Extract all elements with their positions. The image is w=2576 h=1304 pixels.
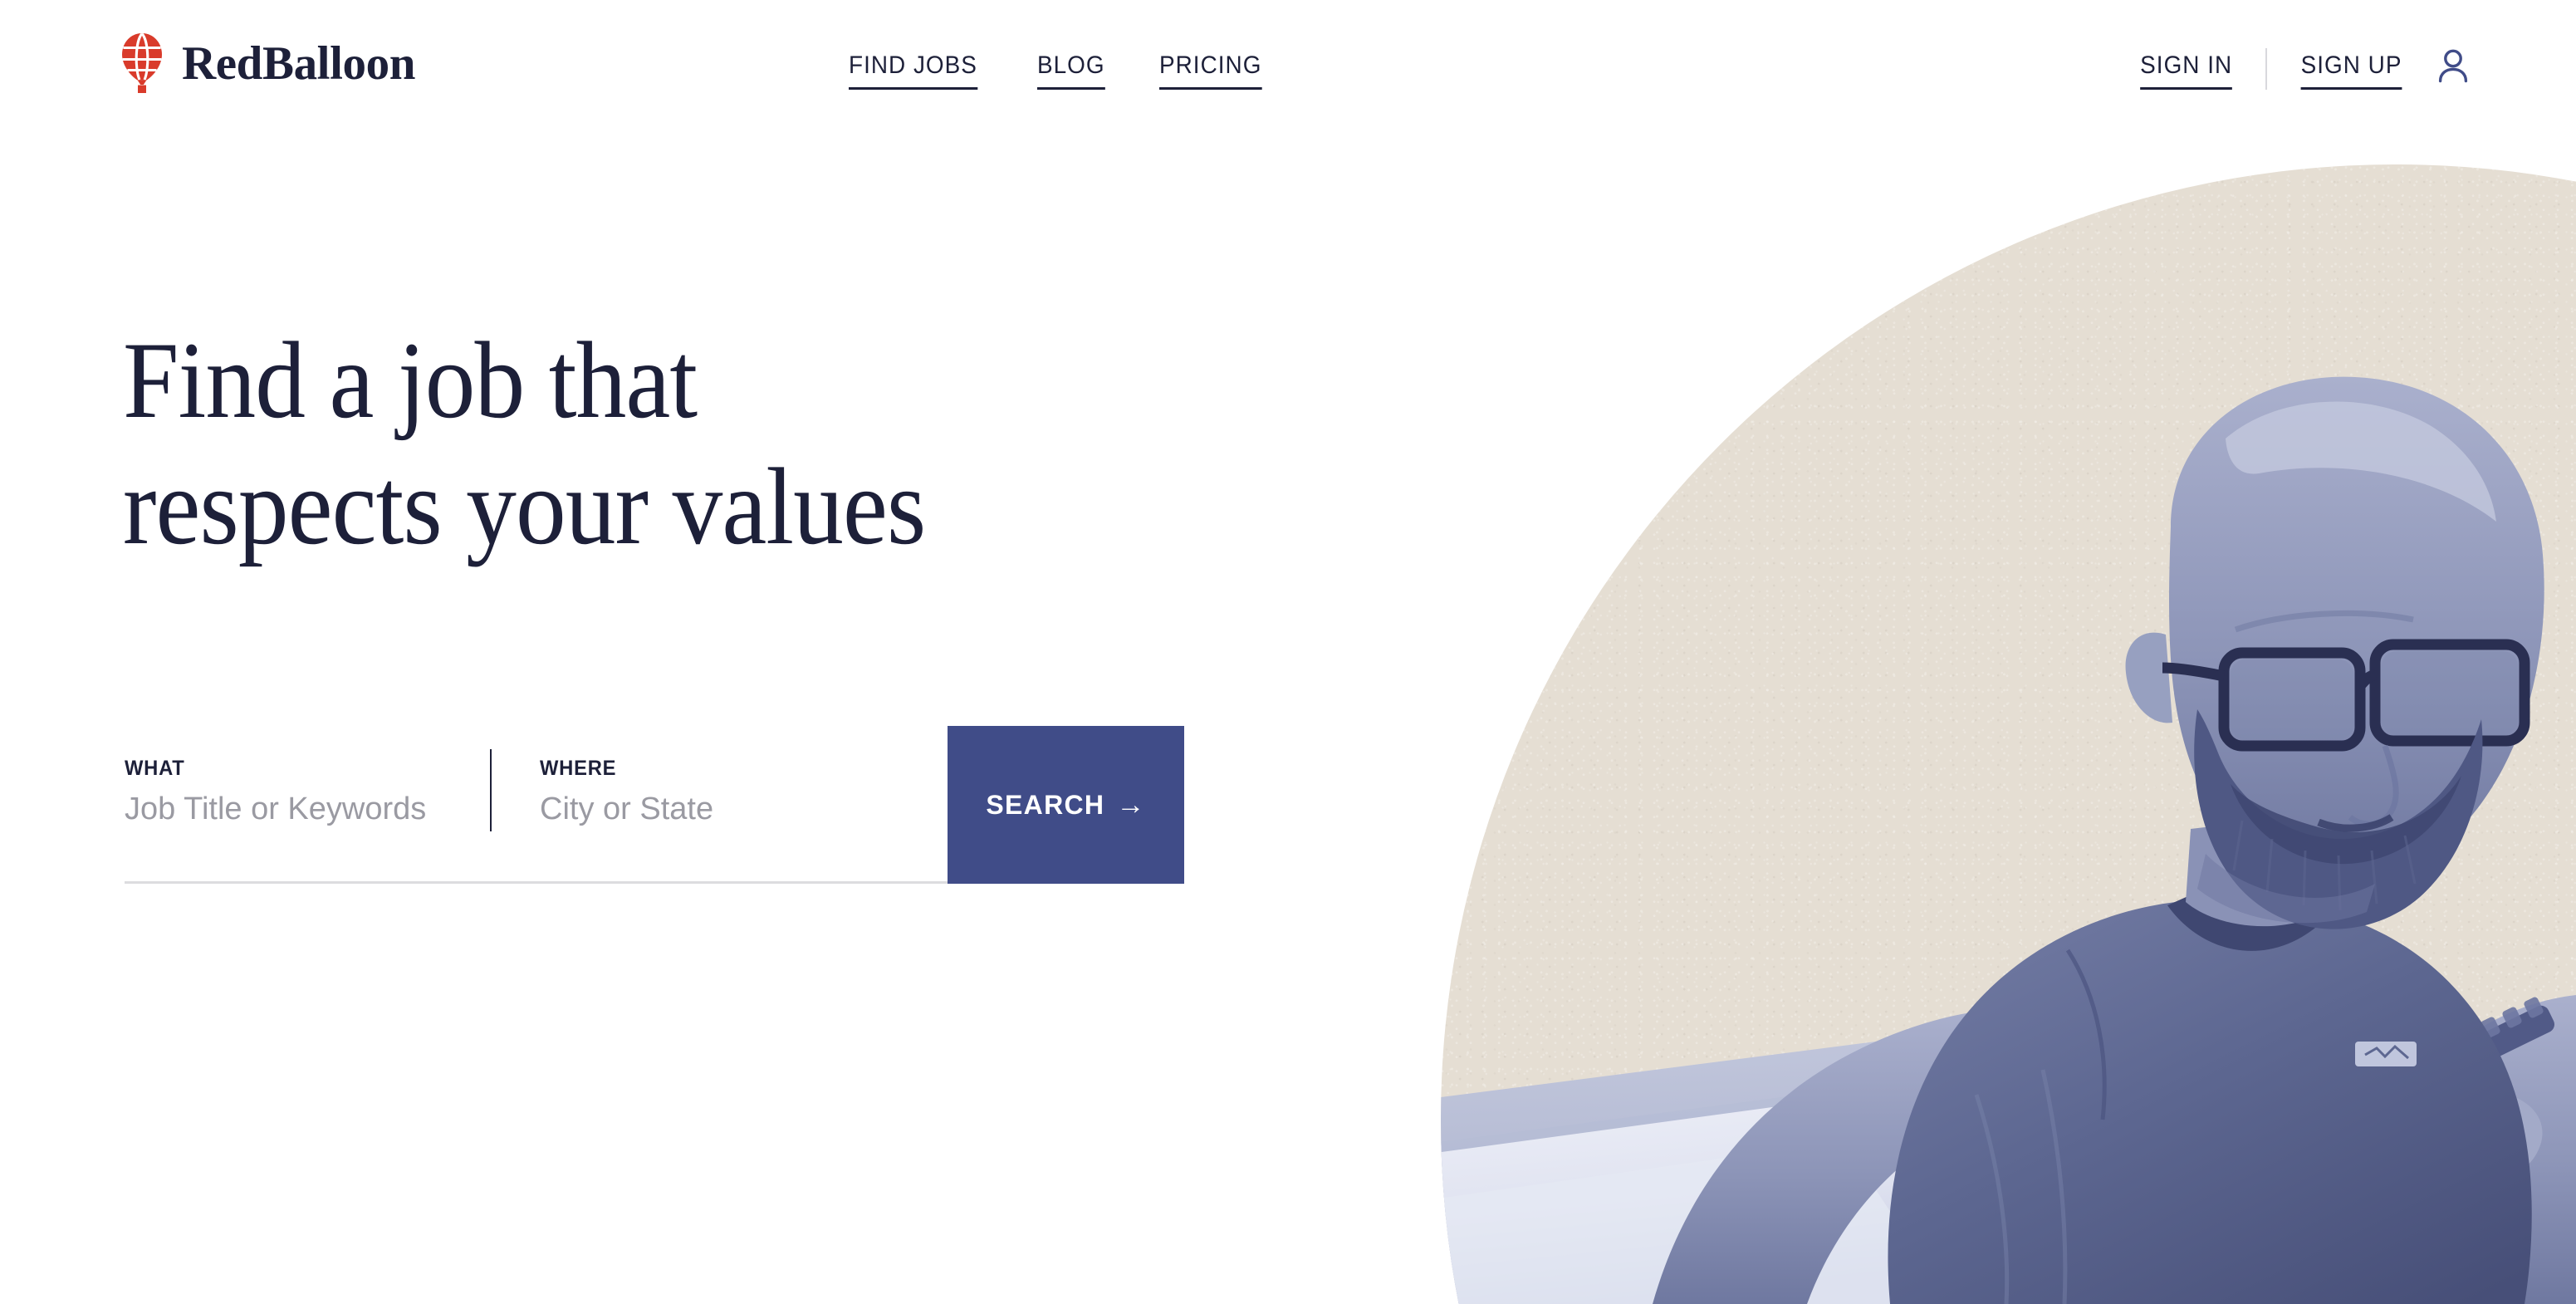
auth-divider: [2265, 48, 2267, 90]
what-search-input[interactable]: [125, 791, 473, 829]
search-fields: WHAT WHERE: [125, 726, 948, 884]
user-account-icon[interactable]: [2434, 47, 2472, 85]
page-root: RedBalloon FIND JOBS BLOG PRICING SIGN I…: [0, 0, 2576, 1304]
search-button[interactable]: SEARCH →: [948, 726, 1184, 884]
hero-photo-illustration: [1441, 376, 2576, 1304]
hot-air-balloon-icon: [122, 32, 162, 93]
sign-in-link[interactable]: SIGN IN: [2139, 51, 2233, 95]
what-field-group: WHAT: [125, 726, 490, 881]
job-search-form: WHAT WHERE SEARCH →: [125, 726, 1184, 884]
brand-name: RedBalloon: [182, 37, 416, 90]
top-navigation: RedBalloon FIND JOBS BLOG PRICING SIGN I…: [0, 0, 2576, 158]
auth-nav: SIGN IN SIGN UP: [2137, 48, 2472, 95]
nav-item-blog[interactable]: BLOG: [1036, 51, 1105, 95]
where-search-input[interactable]: [540, 791, 872, 829]
arrow-right-icon: →: [1116, 789, 1146, 821]
what-label: WHAT: [125, 757, 185, 780]
where-label: WHERE: [540, 757, 617, 780]
hero-copy: Find a job that respects your values: [123, 317, 995, 570]
nav-item-pricing[interactable]: PRICING: [1159, 51, 1262, 95]
where-field-group: WHERE: [492, 726, 872, 881]
hero-photo: [1441, 164, 2576, 1304]
nav-item-find-jobs[interactable]: FIND JOBS: [849, 51, 977, 95]
search-button-label: SEARCH: [986, 789, 1105, 820]
brand-logo-link[interactable]: RedBalloon: [120, 32, 415, 95]
page-title: Find a job that respects your values: [123, 319, 926, 567]
hero-artwork: [1295, 164, 2576, 1304]
sign-up-link[interactable]: SIGN UP: [2300, 51, 2402, 95]
primary-nav: FIND JOBS BLOG PRICING: [849, 51, 1270, 95]
